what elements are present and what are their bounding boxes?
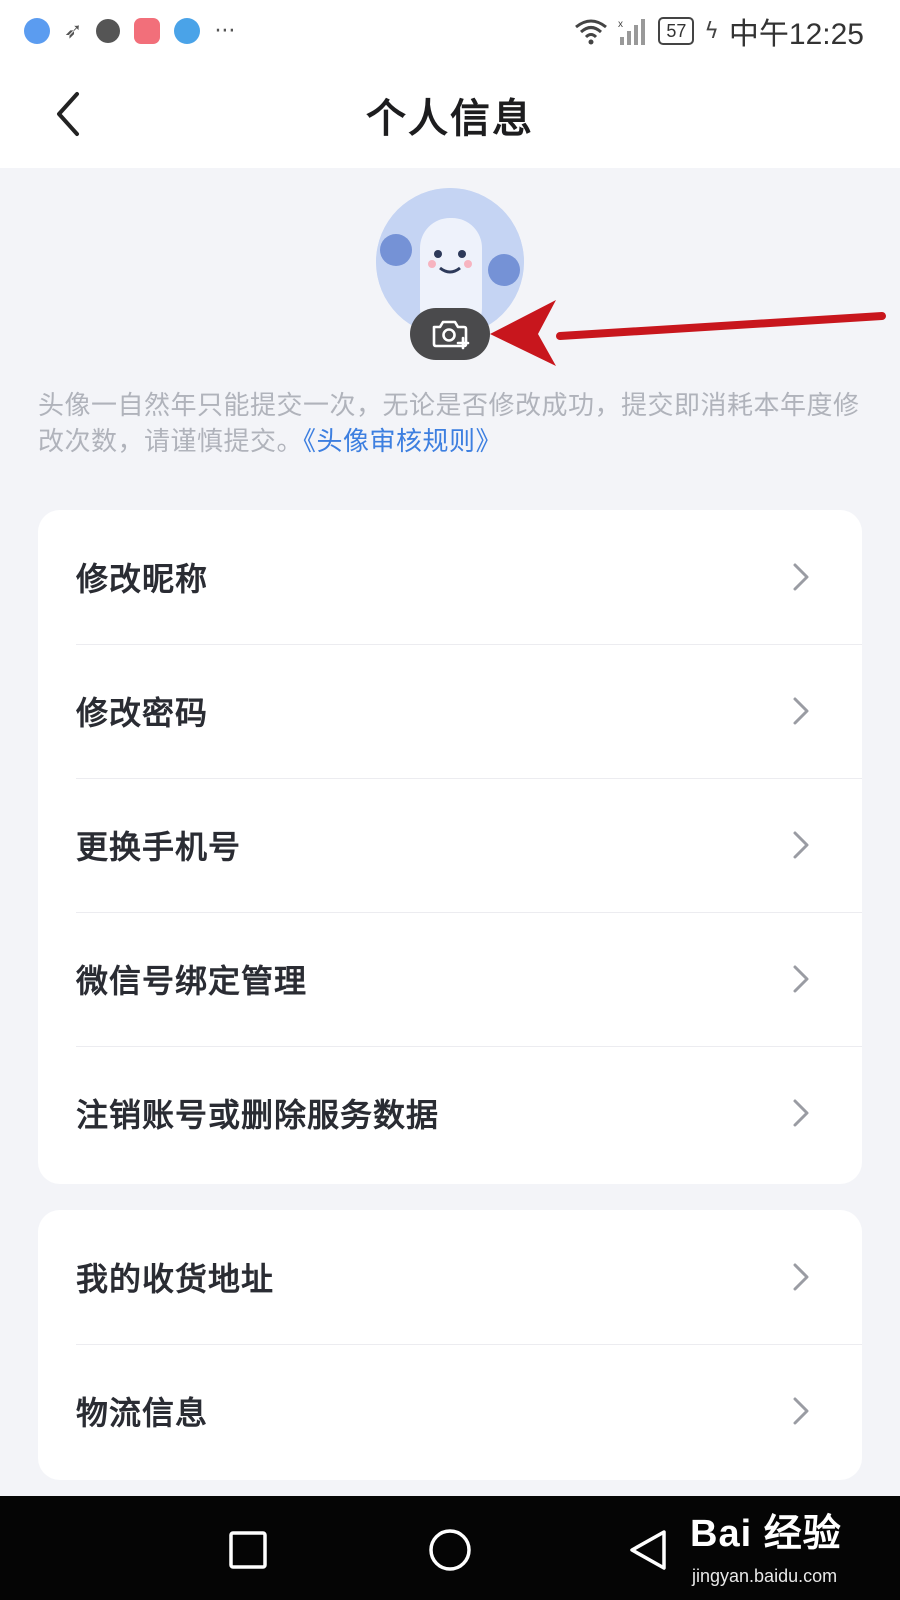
chevron-right-icon <box>793 563 809 591</box>
app-huawei-icon <box>134 18 161 44</box>
back-button[interactable] <box>40 86 96 142</box>
notification-icons: ➶ ··· <box>24 18 235 44</box>
status-time: 中午12:25 <box>728 18 864 51</box>
recent-apps-icon <box>229 1531 267 1569</box>
menu-item-delete-account[interactable]: 注销账号或删除服务数据 <box>38 1046 862 1180</box>
menu-item-label: 我的收货地址 <box>76 1260 275 1298</box>
wifi-icon <box>575 19 608 45</box>
svg-text:x: x <box>618 19 623 30</box>
signal-icon: x <box>618 19 646 45</box>
page-title: 个人信息 <box>366 96 534 142</box>
avatar-notice: 头像一自然年只能提交一次，无论是否修改成功，提交即消耗本年度修改次数，请谨慎提交… <box>38 388 864 460</box>
menu-item-label: 更换手机号 <box>76 828 242 866</box>
menu-item-wechat-binding[interactable]: 微信号绑定管理 <box>38 912 862 1046</box>
chevron-right-icon <box>793 1099 809 1127</box>
app-send-icon: ➶ <box>64 18 83 44</box>
menu-item-nickname[interactable]: 修改昵称 <box>38 510 862 644</box>
status-bar: ➶ ··· x 57 ϟ 中午12:25 <box>0 0 900 62</box>
camera-add-icon <box>432 320 470 350</box>
menu-item-logistics[interactable]: 物流信息 <box>38 1344 862 1478</box>
battery-indicator: 57 <box>658 17 695 45</box>
account-settings-card: 修改昵称 修改密码 更换手机号 微信号绑定管理 注销账号或删除服务数据 <box>38 510 862 1184</box>
menu-item-label: 注销账号或删除服务数据 <box>76 1096 440 1134</box>
baidu-watermark: Bai 经验 jingyan.baidu.com <box>690 1502 890 1594</box>
chevron-right-icon <box>793 831 809 859</box>
app-fb-icon <box>174 18 201 44</box>
watermark-url: jingyan.baidu.com <box>692 1566 838 1586</box>
menu-item-shipping-address[interactable]: 我的收货地址 <box>38 1210 862 1344</box>
menu-item-label: 修改密码 <box>76 694 209 732</box>
menu-item-phone[interactable]: 更换手机号 <box>38 778 862 912</box>
chevron-right-icon <box>793 697 809 725</box>
recent-apps-button[interactable] <box>218 1520 278 1580</box>
menu-item-password[interactable]: 修改密码 <box>38 644 862 778</box>
avatar-rules-link[interactable]: 《头像审核规则》 <box>303 427 502 457</box>
back-nav-button[interactable] <box>618 1520 678 1580</box>
chevron-right-icon <box>793 1263 809 1291</box>
chevron-left-icon <box>57 92 79 136</box>
back-triangle-icon <box>630 1530 666 1570</box>
annotation-arrow <box>490 300 886 366</box>
home-button[interactable] <box>420 1520 480 1580</box>
watermark-logo: Bai 经验 <box>690 1513 842 1555</box>
change-avatar-button[interactable] <box>410 308 490 360</box>
nav-header: 个人信息 <box>0 62 900 168</box>
chevron-right-icon <box>793 965 809 993</box>
menu-item-label: 修改昵称 <box>76 560 209 598</box>
shopping-settings-card: 我的收货地址 物流信息 <box>38 1210 862 1480</box>
app-globe-icon <box>24 18 50 44</box>
menu-item-label: 微信号绑定管理 <box>76 962 308 1000</box>
menu-item-label: 物流信息 <box>76 1394 209 1432</box>
charging-icon: ϟ <box>704 18 719 44</box>
more-notifications-icon: ··· <box>214 18 236 44</box>
home-icon <box>429 1529 471 1571</box>
chevron-right-icon <box>793 1397 809 1425</box>
app-shield-icon <box>96 19 121 43</box>
